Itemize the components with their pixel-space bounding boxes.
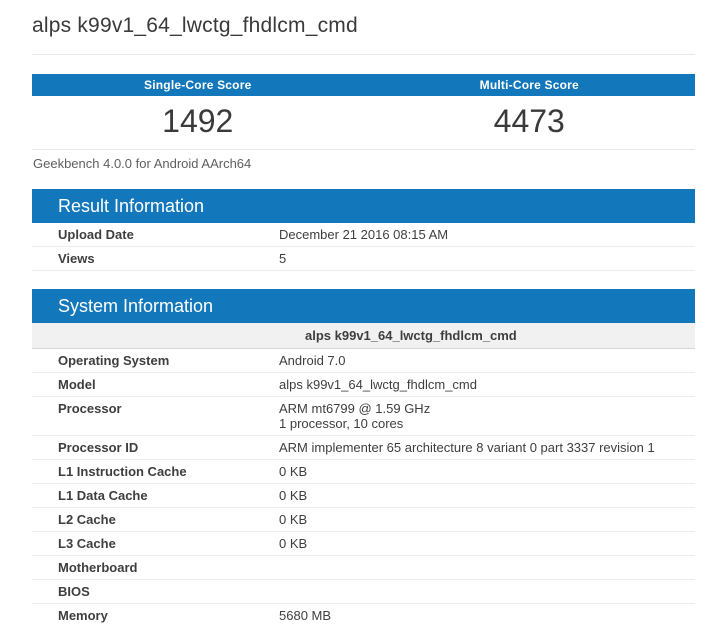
row-label: L1 Instruction Cache — [32, 464, 279, 479]
row-label: Model — [32, 377, 279, 392]
table-row: Model alps k99v1_64_lwctg_fhdlcm_cmd — [32, 373, 695, 397]
row-value: 0 KB — [279, 464, 695, 479]
row-label: BIOS — [32, 584, 279, 599]
row-value-line-2: 1 processor, 10 cores — [279, 416, 695, 431]
score-header-bar: Single-Core Score Multi-Core Score — [32, 74, 695, 96]
benchmark-result-page: alps k99v1_64_lwctg_fhdlcm_cmd Single-Co… — [32, 0, 695, 626]
row-value-line: ARM mt6799 @ 1.59 GHz — [279, 401, 695, 416]
result-information-table: Upload Date December 21 2016 08:15 AM Vi… — [32, 223, 695, 271]
row-value: ARM implementer 65 architecture 8 varian… — [279, 440, 695, 455]
row-value-line: 0 KB — [279, 464, 695, 479]
row-label: Memory — [32, 608, 279, 623]
row-value: 5 — [279, 251, 695, 266]
row-label: L2 Cache — [32, 512, 279, 527]
row-value: 0 KB — [279, 488, 695, 503]
row-value-line: 5 — [279, 251, 695, 266]
table-row: L1 Data Cache 0 KB — [32, 484, 695, 508]
row-value-line: December 21 2016 08:15 AM — [279, 227, 695, 242]
row-value-line: Android 7.0 — [279, 353, 695, 368]
multi-core-score-value: 4473 — [364, 103, 696, 140]
row-value: 0 KB — [279, 512, 695, 527]
row-value — [279, 560, 695, 575]
row-value — [279, 584, 695, 599]
row-label: L1 Data Cache — [32, 488, 279, 503]
single-core-score-label: Single-Core Score — [32, 74, 364, 96]
row-label: Processor ID — [32, 440, 279, 455]
device-name-header: alps k99v1_64_lwctg_fhdlcm_cmd — [32, 323, 695, 349]
row-label: Processor — [32, 401, 279, 431]
table-row: Memory 5680 MB — [32, 604, 695, 626]
row-value-line: 0 KB — [279, 512, 695, 527]
page-title: alps k99v1_64_lwctg_fhdlcm_cmd — [32, 14, 695, 38]
benchmark-version-caption: Geekbench 4.0.0 for Android AArch64 — [32, 150, 695, 177]
row-value: December 21 2016 08:15 AM — [279, 227, 695, 242]
row-value-line: 0 KB — [279, 488, 695, 503]
table-row: Processor ID ARM implementer 65 architec… — [32, 436, 695, 460]
system-information-heading: System Information — [32, 289, 695, 323]
row-value: Android 7.0 — [279, 353, 695, 368]
result-information-heading: Result Information — [32, 189, 695, 223]
result-information-section: Result Information Upload Date December … — [32, 189, 695, 271]
multi-core-score-label: Multi-Core Score — [364, 74, 696, 96]
row-label: Motherboard — [32, 560, 279, 575]
table-row: Views 5 — [32, 247, 695, 271]
row-label: L3 Cache — [32, 536, 279, 551]
row-value-line: 0 KB — [279, 536, 695, 551]
table-row: L3 Cache 0 KB — [32, 532, 695, 556]
row-value-line: ARM implementer 65 architecture 8 varian… — [279, 440, 695, 455]
row-label: Upload Date — [32, 227, 279, 242]
row-label: Operating System — [32, 353, 279, 368]
score-values-row: 1492 4473 — [32, 96, 695, 150]
table-row: Processor ARM mt6799 @ 1.59 GHz 1 proces… — [32, 397, 695, 436]
table-row: Upload Date December 21 2016 08:15 AM — [32, 223, 695, 247]
table-row: L1 Instruction Cache 0 KB — [32, 460, 695, 484]
system-information-table: Operating System Android 7.0 Model alps … — [32, 349, 695, 626]
system-information-section: System Information alps k99v1_64_lwctg_f… — [32, 289, 695, 626]
row-value: 5680 MB — [279, 608, 695, 623]
row-value: alps k99v1_64_lwctg_fhdlcm_cmd — [279, 377, 695, 392]
single-core-score-value: 1492 — [32, 103, 364, 140]
row-value: ARM mt6799 @ 1.59 GHz 1 processor, 10 co… — [279, 401, 695, 431]
table-row: BIOS — [32, 580, 695, 604]
page-header: alps k99v1_64_lwctg_fhdlcm_cmd — [32, 0, 695, 55]
table-row: Motherboard — [32, 556, 695, 580]
row-value-line: alps k99v1_64_lwctg_fhdlcm_cmd — [279, 377, 695, 392]
row-label: Views — [32, 251, 279, 266]
score-summary: Single-Core Score Multi-Core Score 1492 … — [32, 74, 695, 177]
row-value: 0 KB — [279, 536, 695, 551]
row-value-line: 5680 MB — [279, 608, 695, 623]
table-row: L2 Cache 0 KB — [32, 508, 695, 532]
table-row: Operating System Android 7.0 — [32, 349, 695, 373]
